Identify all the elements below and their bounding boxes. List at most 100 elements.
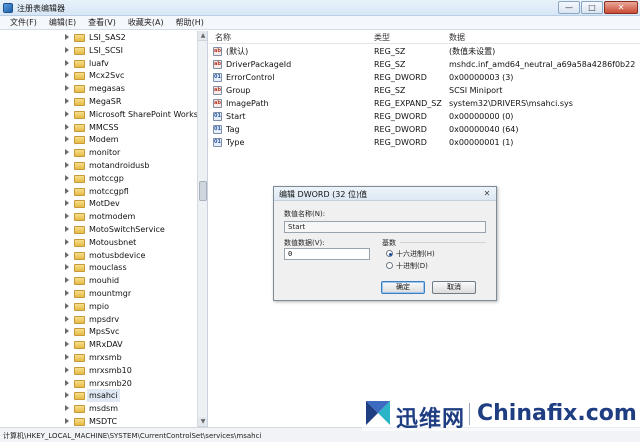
minimize-button[interactable]: — [558, 1, 580, 14]
tree-item[interactable]: mrxsmb [0, 351, 196, 364]
menu-favorites[interactable]: 收藏夹(A) [122, 16, 170, 29]
expand-arrow-icon[interactable] [65, 174, 69, 181]
tree-item[interactable]: MMCSS [0, 121, 196, 134]
tree-item[interactable]: Mcx2Svc [0, 69, 196, 82]
dec-radio[interactable] [386, 262, 393, 269]
tree-item[interactable]: Motousbnet [0, 236, 196, 249]
tree-item[interactable]: MSDTC [0, 415, 196, 427]
menu-view[interactable]: 查看(V) [82, 16, 122, 29]
menu-help[interactable]: 帮助(H) [170, 16, 210, 29]
expand-arrow-icon[interactable] [65, 59, 69, 66]
menu-file[interactable]: 文件(F) [4, 16, 43, 29]
tree-item[interactable]: motccgp [0, 172, 196, 185]
tree-item[interactable]: MRxDAV [0, 338, 196, 351]
value-row[interactable]: ab DriverPackageId REG_SZ mshdc.inf_amd64_n… [209, 58, 640, 71]
tree-item[interactable]: msdsm [0, 402, 196, 415]
value-data-field[interactable] [284, 248, 370, 260]
expand-arrow-icon[interactable] [65, 302, 69, 309]
tree-item[interactable]: mrxsmb10 [0, 364, 196, 377]
expand-arrow-icon[interactable] [65, 187, 69, 194]
expand-arrow-icon[interactable] [65, 328, 69, 335]
tree-item[interactable]: mrxsmb20 [0, 377, 196, 390]
ok-button[interactable]: 确定 [381, 281, 425, 294]
tree-item-label: MpsSvc [89, 327, 120, 337]
expand-arrow-icon[interactable] [65, 162, 69, 168]
value-row[interactable]: 01 Type REG_DWORD 0x00000001 (1) [209, 136, 640, 149]
expand-arrow-icon[interactable] [65, 213, 69, 220]
expand-arrow-icon[interactable] [65, 226, 69, 232]
tree-item[interactable]: MegaSR [0, 95, 196, 108]
tree-item[interactable]: Modem [0, 133, 196, 146]
expand-arrow-icon[interactable] [65, 123, 69, 130]
tree-item[interactable]: msahci [0, 389, 196, 403]
tree-item[interactable]: mpio [0, 300, 196, 313]
value-data-input[interactable] [288, 249, 369, 259]
expand-arrow-icon[interactable] [65, 354, 69, 360]
scroll-thumb[interactable] [199, 181, 207, 201]
expand-arrow-icon[interactable] [65, 34, 69, 40]
tree-item[interactable]: LSI_SCSI [0, 44, 196, 57]
tree-item[interactable]: MpsSvc [0, 325, 196, 338]
maximize-button[interactable]: □ [581, 1, 603, 14]
binary-value-icon: 01 [213, 138, 222, 147]
tree-item[interactable]: mountmgr [0, 287, 196, 300]
tree-item[interactable]: motandroidusb [0, 159, 196, 172]
expand-arrow-icon[interactable] [65, 238, 69, 245]
expand-arrow-icon[interactable] [65, 98, 69, 104]
value-row[interactable]: 01 Tag REG_DWORD 0x00000040 (64) [209, 123, 640, 136]
dec-label[interactable]: 十进制(D) [396, 261, 428, 271]
tree-item[interactable]: luafv [0, 57, 196, 70]
column-type[interactable]: 类型 [374, 31, 390, 44]
scroll-up-icon[interactable]: ▲ [198, 31, 207, 41]
expand-arrow-icon[interactable] [65, 200, 69, 207]
watermark: 迅维网 Chinafix.com [362, 397, 640, 432]
tree-item[interactable]: motccgpfl [0, 185, 196, 198]
tree-item[interactable]: Microsoft SharePoint Workspa [0, 108, 207, 121]
tree-item[interactable]: mpsdrv [0, 313, 196, 326]
tree-item[interactable]: MotoSwitchService [0, 223, 196, 236]
expand-arrow-icon[interactable] [65, 46, 69, 53]
expand-arrow-icon[interactable] [65, 277, 69, 284]
hex-label[interactable]: 十六进制(H) [396, 249, 435, 259]
expand-arrow-icon[interactable] [65, 72, 69, 79]
expand-arrow-icon[interactable] [65, 149, 69, 156]
tree-item[interactable]: LSI_SAS2 [0, 31, 196, 44]
expand-arrow-icon[interactable] [65, 418, 69, 424]
dialog-close-icon[interactable]: ✕ [481, 189, 493, 199]
tree-item[interactable]: motusbdevice [0, 249, 196, 262]
tree-item[interactable]: motmodem [0, 210, 196, 223]
expand-arrow-icon[interactable] [65, 405, 69, 412]
tree-item[interactable]: mouhid [0, 274, 196, 287]
expand-arrow-icon[interactable] [65, 366, 69, 373]
tree-item[interactable]: megasas [0, 82, 196, 95]
value-row[interactable]: 01 Start REG_DWORD 0x00000000 (0) [209, 110, 640, 123]
menu-edit[interactable]: 编辑(E) [43, 16, 82, 29]
column-name[interactable]: 名称 [215, 31, 231, 44]
scroll-down-icon[interactable]: ▼ [198, 417, 207, 427]
column-data[interactable]: 数据 [449, 31, 465, 44]
value-row[interactable]: 01 ErrorControl REG_DWORD 0x00000003 (3) [209, 71, 640, 84]
expand-arrow-icon[interactable] [65, 136, 69, 143]
tree-scrollbar[interactable]: ▲ ▼ [197, 31, 207, 427]
expand-arrow-icon[interactable] [65, 110, 69, 117]
expand-arrow-icon[interactable] [65, 264, 69, 271]
expand-arrow-icon[interactable] [65, 379, 69, 386]
tree-item[interactable]: monitor [0, 146, 196, 159]
close-button[interactable]: ✕ [604, 1, 638, 14]
cancel-button[interactable]: 取消 [432, 281, 476, 294]
value-row[interactable]: ab (默认) REG_SZ (数值未设置) [209, 45, 640, 58]
expand-arrow-icon[interactable] [65, 341, 69, 348]
expand-arrow-icon[interactable] [65, 251, 69, 258]
expand-arrow-icon[interactable] [65, 392, 69, 399]
tree-item[interactable]: mouclass [0, 261, 196, 274]
tree-item-label: MotoSwitchService [89, 225, 165, 234]
expand-arrow-icon[interactable] [65, 315, 69, 322]
hex-radio[interactable] [386, 250, 393, 257]
expand-arrow-icon[interactable] [65, 85, 69, 92]
tree-item[interactable]: MotDev [0, 197, 196, 210]
value-name-field[interactable]: Start [284, 221, 486, 233]
registry-tree[interactable]: LSI_SAS2 LSI_SCSI luafv Mcx2Svc megasas MegaS… [0, 31, 208, 427]
value-row[interactable]: ab Group REG_SZ SCSI Miniport [209, 84, 640, 97]
expand-arrow-icon[interactable] [65, 290, 69, 296]
value-row[interactable]: ab ImagePath REG_EXPAND_SZ system32\DRIVERS… [209, 97, 640, 110]
